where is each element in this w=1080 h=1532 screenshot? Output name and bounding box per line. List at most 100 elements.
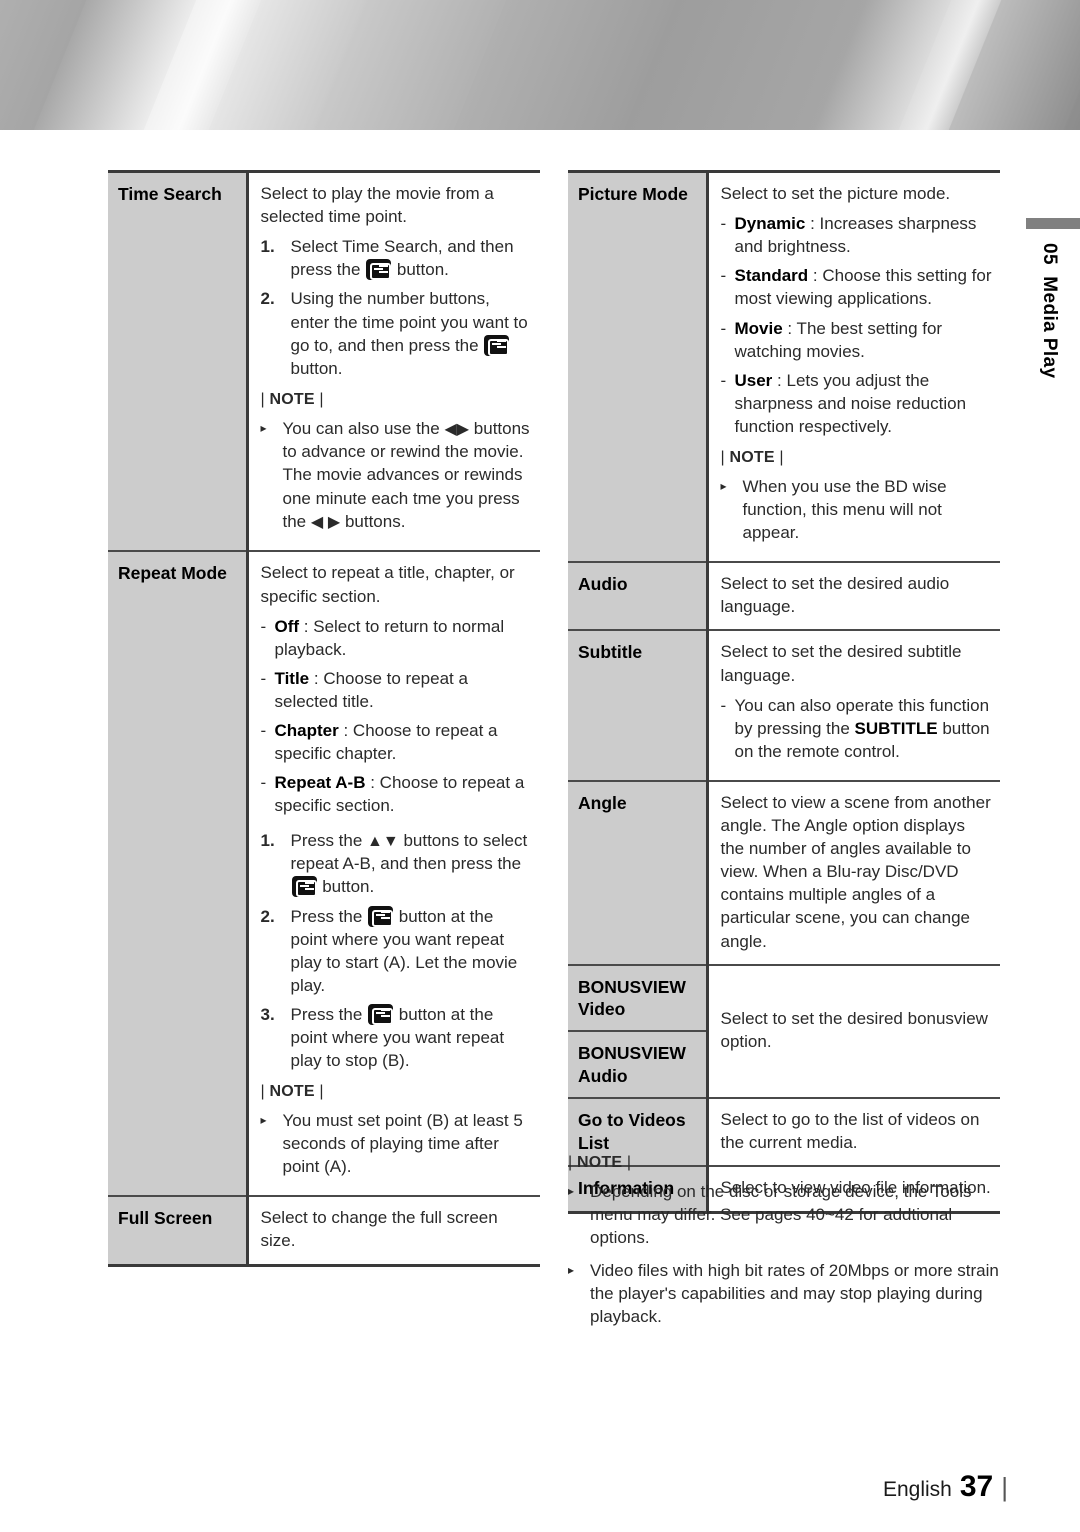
row-label-audio: Audio [568,562,709,632]
option-term: Title [274,668,310,688]
intro-text: Select to set the desired bonusview opti… [720,1009,988,1052]
note-text: You must set point (B) at least 5 second… [282,1111,523,1177]
option-term: Chapter [274,721,339,741]
option-item: - You can also operate this function by … [721,694,993,763]
header-banner [0,0,1080,130]
footer-language: English [882,1478,952,1501]
intro-text: Select to go to the list of videos on th… [720,1110,980,1153]
option-item: - Dynamic : Increases sharpness and brig… [721,212,993,258]
dash-icon: - [720,370,727,390]
label-line-2: Video [578,999,626,1020]
note-text: When you use the BD wise function, this … [742,476,947,543]
option-text: Title : Choose to repeat a selected titl… [275,667,533,713]
enter-button-icon [484,334,510,356]
row-desc-audio: Select to set the desired audio language… [707,562,1000,632]
side-tab-bar [1026,218,1080,229]
side-tab-label: Media Play [1039,276,1060,379]
bullet-icon: ▸ [260,420,267,435]
step-number: 1. [260,237,275,257]
bullet-icon: ▸ [720,478,727,493]
note-bullet: ▸ Video files with high bit rates of 20M… [568,1259,1008,1328]
note-bullet: ▸ Depending on the disc or storage devic… [568,1180,1008,1249]
step-number: 3. [260,1004,275,1024]
option-text: Movie : The best setting for watching mo… [735,317,993,363]
page-footer: English 37 | [883,1470,1008,1504]
option-text: Off : Select to return to normal playbac… [275,615,533,661]
option-item: - Repeat A-B : Choose to repeat a specif… [261,771,533,817]
row-label-repeat-mode: Repeat Mode [108,551,249,1198]
row-label-picture-mode: Picture Mode [568,170,709,564]
label-line-2: Audio [578,1065,628,1086]
note-text: You can also use the ◀▶ buttons to advan… [282,418,530,531]
row-label-angle: Angle [568,780,709,966]
step-number: 2. [260,906,275,926]
option-text: You can also operate this function by pr… [734,695,990,761]
table-row: Angle Select to view a scene from anothe… [568,780,1000,966]
note-heading: | NOTE | [260,1083,324,1101]
dash-icon: - [720,318,727,338]
enter-button-icon [368,1003,394,1025]
row-label-time-search: Time Search [108,170,249,553]
dash-icon: - [260,721,267,741]
right-settings-table: Picture Mode Select to set the picture m… [568,170,1000,1214]
bullet-icon: ▸ [568,1263,575,1278]
side-tab-text: 05 Media Play [1018,243,1060,413]
option-term: Off [274,616,300,636]
dash-icon: - [720,266,727,286]
intro-text: Select to set the desired audio language… [720,574,950,617]
footer-end-bar: | [1001,1472,1008,1502]
option-text: Standard : Choose this setting for most … [735,264,993,310]
subtitle-button-name: SUBTITLE [854,718,938,738]
bullet-icon: ▸ [568,1183,575,1198]
option-text: Repeat A-B : Choose to repeat a specific… [275,771,533,817]
table-row: Repeat Mode Select to repeat a title, ch… [108,551,540,1198]
option-text: Chapter : Choose to repeat a specific ch… [275,719,533,765]
step-text: Press the button at the point where you … [290,905,518,995]
step-text: Press the button at the point where you … [290,1003,505,1071]
step-text: Press the ▲▼ buttons to select repeat A-… [290,830,528,898]
option-item: - Chapter : Choose to repeat a specific … [261,719,533,765]
table-row: Full Screen Select to change the full sc… [108,1196,540,1267]
step-item: 1. Press the ▲▼ buttons to select repeat… [261,829,533,899]
chapter-side-tab: 05 Media Play [1018,218,1080,413]
step-number: 2. [260,289,275,309]
intro-text: Select to view a scene from another angl… [720,792,991,951]
note-text: Depending on the disc or storage device,… [590,1181,972,1247]
note-heading: | NOTE | [260,390,324,408]
intro-text: Select to change the full screen size. [260,1208,498,1251]
option-term: Repeat A-B [274,773,366,793]
row-desc-repeat-mode: Select to repeat a title, chapter, or sp… [247,551,540,1198]
option-text: User : Lets you adjust the sharpness and… [735,369,993,438]
step-number: 1. [260,830,275,850]
step-item: 3. Press the button at the point where y… [261,1003,533,1072]
note-bullet: ▸ When you use the BD wise function, thi… [721,475,993,544]
row-desc-full-screen: Select to change the full screen size. [247,1196,540,1267]
option-item: - Standard : Choose this setting for mos… [721,264,993,310]
dash-icon: - [720,214,727,234]
row-label-bonusview-audio: BONUSVIEW Audio [568,1031,709,1100]
note-heading: | NOTE | [720,449,784,467]
dash-icon: - [260,616,267,636]
option-term: User [734,370,773,390]
step-text: Using the number buttons, enter the time… [290,289,528,378]
row-desc-bonusview: Select to set the desired bonusview opti… [707,964,1000,1100]
option-text: Dynamic : Increases sharpness and bright… [735,212,993,258]
bottom-note-block: | NOTE | ▸ Depending on the disc or stor… [568,1152,1008,1338]
row-desc-time-search: Select to play the movie from a selected… [247,170,540,553]
table-row: Audio Select to set the desired audio la… [568,562,1000,632]
option-item: - Movie : The best setting for watching … [721,317,993,363]
bullet-icon: ▸ [260,1113,267,1128]
option-item: - Off : Select to return to normal playb… [261,615,533,661]
option-term: Dynamic [734,214,806,234]
option-item: - Title : Choose to repeat a selected ti… [261,667,533,713]
row-label-bonusview-video: BONUSVIEW Video [568,964,709,1033]
side-tab-number: 05 [1039,243,1060,265]
table-row: Time Search Select to play the movie fro… [108,170,540,553]
intro-text: Select to set the picture mode. [720,184,951,203]
row-desc-angle: Select to view a scene from another angl… [707,780,1000,966]
note-heading: | NOTE | [568,1154,632,1171]
dash-icon: - [260,668,267,688]
option-term: Standard [734,266,809,286]
intro-text: Select to play the movie from a selected… [260,184,494,227]
note-bullet: ▸ You must set point (B) at least 5 seco… [261,1109,533,1178]
